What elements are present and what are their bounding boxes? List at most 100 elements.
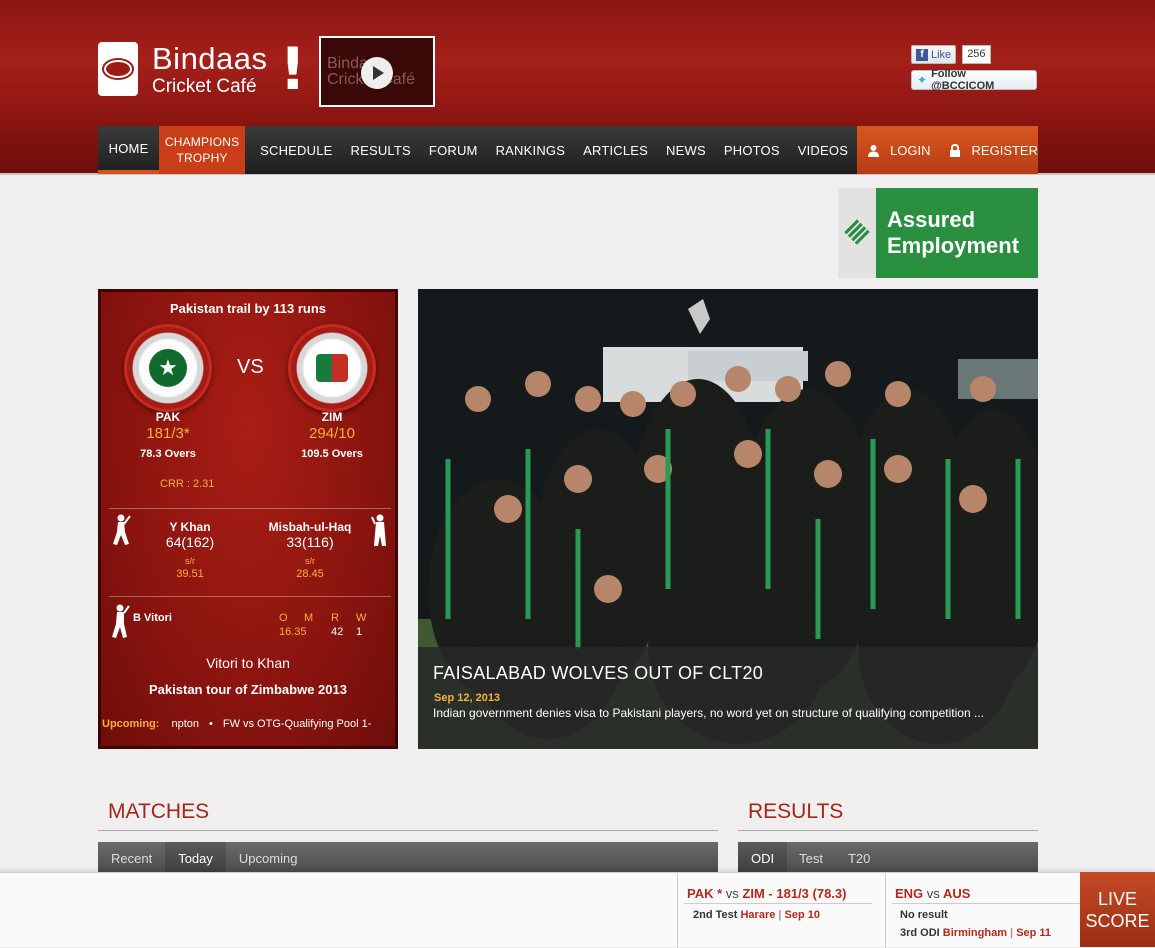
bowler-stat-header: W bbox=[356, 612, 367, 624]
video-thumbnail[interactable]: Bindaas Cricket Café bbox=[319, 36, 435, 107]
nav-results[interactable]: RESULTS bbox=[342, 126, 420, 174]
live-score-button[interactable]: LIVE SCORE bbox=[1080, 872, 1155, 947]
team2-code: ZIM bbox=[321, 410, 343, 424]
ticker-date: Sep 10 bbox=[784, 909, 821, 921]
nav-photos[interactable]: PHOTOS bbox=[715, 126, 789, 174]
ticker-date: Sep 11 bbox=[1016, 927, 1052, 939]
ticker-result: No result bbox=[900, 909, 948, 921]
ticker-venue[interactable]: Birmingham bbox=[943, 927, 1007, 939]
lock-icon bbox=[949, 143, 962, 157]
team1-overs: 78.3 Overs bbox=[140, 448, 196, 460]
ticker-vs: vs bbox=[725, 886, 739, 901]
batsman2-name: Misbah-ul-Haq bbox=[268, 520, 352, 534]
nav-home[interactable]: HOME bbox=[98, 126, 160, 174]
batsman2-sr: 28.45 bbox=[296, 568, 324, 580]
nav-news[interactable]: NEWS bbox=[657, 126, 715, 174]
ticker-divider bbox=[684, 903, 872, 904]
live-score-bar: PAK * vs ZIM - 181/3 (78.3) 2nd Test Har… bbox=[0, 872, 1155, 948]
bowler-runs: 42 bbox=[331, 626, 344, 638]
live-scorecard[interactable]: Pakistan trail by 113 runs ★ VS PAK 181/… bbox=[98, 289, 398, 749]
auth-links: LOGIN REGISTER bbox=[857, 126, 1038, 174]
ticker-match-2[interactable]: ENG vs AUS No result 3rd ODI Birmingham … bbox=[885, 873, 1080, 948]
logo-exclamation: ! bbox=[279, 35, 306, 103]
batsman2-score: 33(116) bbox=[286, 534, 334, 550]
team1-code: PAK bbox=[155, 410, 181, 424]
ticker-venue[interactable]: Harare bbox=[740, 909, 775, 921]
story-date: Sep 12, 2013 bbox=[434, 692, 501, 704]
versus-label: VS bbox=[237, 356, 264, 378]
social-widgets: f Like 256 ✦ Follow @BCCICOM bbox=[911, 45, 1037, 92]
upcoming-item[interactable]: FW vs OTG-Qualifying Pool 1- bbox=[223, 718, 372, 730]
bowler-stat-header: M bbox=[304, 612, 314, 624]
match-status: Pakistan trail by 113 runs bbox=[169, 301, 327, 316]
results-divider bbox=[738, 830, 1038, 831]
tab-t20[interactable]: T20 bbox=[835, 842, 883, 874]
tab-test[interactable]: Test bbox=[787, 842, 835, 874]
live-score-line2: SCORE bbox=[1085, 910, 1150, 931]
batsman1-sr: 39.51 bbox=[176, 568, 204, 580]
ticker-sep: | bbox=[1010, 927, 1014, 939]
ticker-match-1[interactable]: PAK * vs ZIM - 181/3 (78.3) 2nd Test Har… bbox=[677, 873, 885, 948]
bullet-icon: • bbox=[208, 718, 213, 730]
tab-today[interactable]: Today bbox=[165, 842, 226, 874]
nav-forum[interactable]: FORUM bbox=[420, 126, 487, 174]
team1-score: 181/3* bbox=[146, 425, 190, 442]
ticker-team2: AUS bbox=[942, 886, 971, 901]
site-logo[interactable]: Bindaas Cricket Café ! bbox=[98, 40, 306, 98]
nav-videos[interactable]: VIDEOS bbox=[789, 126, 857, 174]
ad-line1: Assured bbox=[887, 207, 976, 232]
team2-overs: 109.5 Overs bbox=[301, 448, 363, 460]
batsman1-sr-label: s/r bbox=[185, 556, 195, 566]
user-icon bbox=[867, 144, 880, 157]
facebook-like-count: 256 bbox=[962, 45, 991, 64]
ticker-team1: PAK * bbox=[687, 886, 723, 901]
facebook-icon: f bbox=[916, 48, 928, 61]
ticker-sep: | bbox=[778, 909, 782, 921]
logo-text: Bindaas Cricket Café bbox=[152, 43, 268, 96]
tab-upcoming[interactable]: Upcoming bbox=[226, 842, 311, 874]
zimbabwe-cricket-icon bbox=[288, 324, 376, 412]
ticker-vs: vs bbox=[926, 886, 940, 901]
main-nav: HOME CHAMPIONS TROPHY SCHEDULE RESULTS F… bbox=[98, 126, 1038, 174]
ad-logo-icon bbox=[844, 219, 870, 245]
nav-schedule[interactable]: SCHEDULE bbox=[251, 126, 341, 174]
tab-odi[interactable]: ODI bbox=[738, 842, 788, 874]
batsman2: Misbah-ul-Haq 33(116) s/r 28.45 bbox=[250, 520, 370, 580]
results-tabs: ODI Test T20 bbox=[738, 842, 1038, 874]
ticker-team2: ZIM bbox=[742, 886, 765, 901]
bowler-name: B Vitori bbox=[133, 612, 172, 624]
logo-line2: Cricket Café bbox=[152, 75, 257, 97]
batsman1: Y Khan 64(162) s/r 39.51 bbox=[130, 520, 250, 580]
tab-recent[interactable]: Recent bbox=[98, 842, 165, 874]
upcoming-item[interactable]: npton bbox=[171, 718, 199, 730]
upcoming-ticker[interactable]: Upcoming: npton • FW vs OTG-Qualifying P… bbox=[101, 712, 395, 736]
results-heading: RESULTS bbox=[748, 800, 844, 823]
matches-tabs: Recent Today Upcoming bbox=[98, 842, 718, 874]
nav-champions-trophy[interactable]: CHAMPIONS TROPHY bbox=[159, 126, 246, 174]
facebook-like-button[interactable]: f Like bbox=[911, 45, 957, 64]
team2-score: 294/10 bbox=[309, 425, 355, 442]
story-summary: Indian government denies visa to Pakista… bbox=[433, 706, 984, 720]
assured-employment-ad[interactable]: Assured Employment bbox=[838, 188, 1038, 278]
facebook-like-label: Like bbox=[931, 48, 952, 61]
matches-divider bbox=[98, 830, 718, 831]
twitter-follow-button[interactable]: ✦ Follow @BCCICOM bbox=[911, 68, 1037, 92]
featured-story[interactable]: FAISALABAD WOLVES OUT OF CLT20 Sep 12, 2… bbox=[418, 289, 1038, 749]
cup-icon bbox=[98, 42, 138, 96]
bowler-stat-header: R bbox=[331, 612, 339, 624]
play-icon[interactable] bbox=[361, 57, 393, 89]
tour-name: Pakistan tour of Zimbabwe 2013 bbox=[149, 682, 347, 697]
story-caption: FAISALABAD WOLVES OUT OF CLT20 Sep 12, 2… bbox=[418, 647, 1038, 749]
register-link[interactable]: REGISTER bbox=[931, 143, 1038, 158]
nav-rankings[interactable]: RANKINGS bbox=[487, 126, 575, 174]
nav-articles[interactable]: ARTICLES bbox=[574, 126, 657, 174]
nav-champions-line2: TROPHY bbox=[176, 151, 228, 165]
login-link[interactable]: LOGIN bbox=[857, 143, 931, 158]
ticker-score: - 181/3 (78.3) bbox=[768, 886, 847, 901]
divider bbox=[109, 596, 391, 597]
ad-text: Assured Employment bbox=[887, 207, 1019, 259]
story-title[interactable]: FAISALABAD WOLVES OUT OF CLT20 bbox=[433, 663, 763, 684]
ticker-match-type: 2nd Test bbox=[693, 909, 738, 921]
register-label: REGISTER bbox=[971, 142, 1038, 158]
ticker-match-type: 3rd ODI bbox=[900, 927, 940, 939]
